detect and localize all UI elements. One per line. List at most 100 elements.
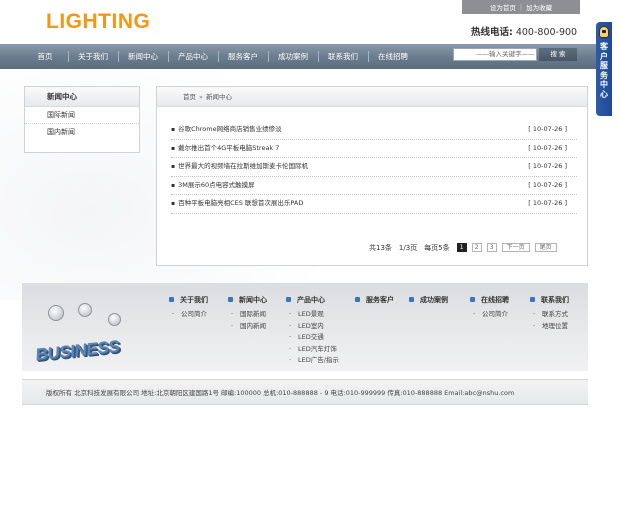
pager-per-page: 每页5条 (424, 243, 450, 252)
customer-service-label: 客户服务中心 (600, 42, 608, 99)
pager-page: 1/3页 (398, 243, 418, 252)
add-favorite-link[interactable]: 加为收藏 (526, 2, 552, 12)
news-list: 谷歌Chrome网络商店销售业绩惨淡 [ 10-07-26 ] 戴尔推出首个4G… (171, 121, 577, 214)
square-bullet-icon (530, 296, 535, 302)
sidebar: 新闻中心 国际新闻 国内新闻 (24, 86, 140, 153)
next-page-button[interactable]: 下一页 (501, 243, 530, 252)
search-input[interactable]: ——输入关键字—— (453, 48, 537, 61)
footer-link[interactable]: 地理位置 (542, 321, 569, 333)
footer-link[interactable]: LED汽车灯饰 (298, 344, 339, 356)
nav-item-cases[interactable]: 成功案例 (268, 44, 318, 69)
footer-col-head[interactable]: 关于我们 (169, 295, 208, 305)
hotline-label: 热线电话: (471, 27, 513, 38)
square-bullet-icon (286, 296, 291, 302)
square-bullet-icon (355, 296, 360, 302)
nav-item-home[interactable]: 首页 (22, 44, 68, 69)
top-links: 设为首页 | 加为收藏 (462, 0, 580, 14)
square-bullet-icon (169, 296, 174, 302)
news-title[interactable]: 谷歌Chrome网络商店销售业绩惨淡 (171, 121, 282, 139)
news-row[interactable]: 谷歌Chrome网络商店销售业绩惨淡 [ 10-07-26 ] (171, 121, 577, 140)
footer-columns: 关于我们 公司简介 新闻中心 国际新闻 国内新闻 产品中心 LED景观 LED室… (22, 295, 588, 371)
news-title[interactable]: 百种平板电脑亮相CES 联想首次展出乐PAD (171, 195, 303, 213)
footer-link[interactable]: LED交通 (298, 332, 339, 344)
breadcrumb-arrow: » (199, 93, 203, 101)
news-title[interactable]: 世界最大的视频墙在拉斯维加斯麦卡伦国际机 (171, 158, 308, 176)
nav-item-news[interactable]: 新闻中心 (118, 44, 168, 69)
site-logo[interactable]: LIGHTING (46, 10, 150, 34)
breadcrumb-home[interactable]: 首页 (183, 93, 196, 101)
footer-col-items: LED景观 LED室内 LED交通 LED汽车灯饰 LED广告/指示 (286, 309, 339, 367)
footer-col-head[interactable]: 在线招聘 (470, 295, 509, 305)
news-title[interactable]: 3M展示60点电容式触摸屏 (171, 177, 255, 195)
news-panel: 首页»新闻中心 谷歌Chrome网络商店销售业绩惨淡 [ 10-07-26 ] … (156, 86, 588, 266)
footer-col-title: 关于我们 (180, 296, 208, 304)
footer-col-items: 国际新闻 国内新闻 (228, 309, 267, 332)
last-page-button[interactable]: 尾页 (534, 243, 557, 252)
nav-item-contact[interactable]: 联系我们 (318, 44, 368, 69)
search-button[interactable]: 搜 索 (539, 48, 577, 61)
footer-col-title: 联系我们 (541, 296, 569, 304)
footer-col-title: 成功案例 (420, 296, 448, 304)
footer-col-title: 产品中心 (297, 296, 325, 304)
square-bullet-icon (470, 296, 475, 302)
footer-col-cases: 成功案例 (409, 295, 448, 305)
footer-link[interactable]: 国际新闻 (240, 309, 267, 321)
square-bullet-icon (228, 296, 233, 302)
footer-link[interactable]: LED广告/指示 (298, 355, 339, 367)
footer-link[interactable]: 公司简介 (181, 309, 208, 321)
copyright-bar: 版权所有 北京科技发展有限公司 地址:北京朝阳区建国路1号 邮编:100000 … (22, 379, 588, 405)
news-row[interactable]: 3M展示60点电容式触摸屏 [ 10-07-26 ] (171, 177, 577, 195)
news-date: [ 10-07-26 ] (528, 180, 567, 189)
footer-col-jobs: 在线招聘 公司简介 (470, 295, 509, 321)
footer-col-items: 联系方式 地理位置 (530, 309, 569, 332)
footer-link[interactable]: 国内新闻 (240, 321, 267, 333)
page-3-button[interactable]: 3 (486, 243, 497, 252)
hotline-number: 400-800-900 (515, 27, 578, 38)
news-date: [ 10-07-26 ] (528, 125, 567, 133)
footer-link[interactable]: 联系方式 (542, 309, 569, 321)
nav-item-service[interactable]: 服务客户 (218, 44, 268, 69)
news-row[interactable]: 戴尔推出首个4G平板电脑Streak 7 [ 10-07-26 ] (171, 140, 577, 158)
news-row[interactable]: 世界最大的视频墙在拉斯维加斯麦卡伦国际机 [ 10-07-26 ] (171, 158, 577, 177)
footer-col-head[interactable]: 联系我们 (530, 295, 569, 305)
footer-col-products: 产品中心 LED景观 LED室内 LED交通 LED汽车灯饰 LED广告/指示 (286, 295, 339, 367)
footer-link[interactable]: LED室内 (298, 321, 339, 333)
footer-col-head[interactable]: 产品中心 (286, 295, 339, 305)
footer-col-items: 公司简介 (169, 309, 208, 321)
top-links-separator: | (519, 3, 523, 11)
footer-link[interactable]: 公司简介 (482, 309, 509, 321)
breadcrumb-current: 新闻中心 (205, 93, 232, 101)
footer-col-title: 服务客户 (366, 296, 394, 304)
footer-links-band: BUSINESS 关于我们 公司简介 新闻中心 国际新闻 国内新闻 产品中心 L… (22, 283, 588, 371)
nav-item-about[interactable]: 关于我们 (68, 44, 118, 69)
footer-col-head[interactable]: 服务客户 (355, 295, 394, 305)
nav-items: 首页 关于我们 新闻中心 产品中心 服务客户 成功案例 联系我们 在线招聘 (22, 44, 418, 69)
footer-col-head[interactable]: 成功案例 (409, 295, 448, 305)
set-homepage-link[interactable]: 设为首页 (490, 2, 516, 12)
nav-item-products[interactable]: 产品中心 (168, 44, 218, 69)
footer-col-service: 服务客户 (355, 295, 394, 305)
news-date: [ 10-07-26 ] (528, 199, 567, 207)
sidebar-item-international[interactable]: 国际新闻 (25, 107, 139, 124)
page-1-button[interactable]: 1 (456, 243, 467, 252)
footer-col-title: 在线招聘 (481, 296, 509, 304)
sidebar-title: 新闻中心 (25, 87, 139, 107)
footer-col-items: 公司简介 (470, 309, 509, 321)
pager-total: 共13条 (369, 243, 392, 252)
news-title[interactable]: 戴尔推出首个4G平板电脑Streak 7 (171, 140, 279, 158)
page-2-button[interactable]: 2 (471, 243, 482, 252)
footer-col-contact: 联系我们 联系方式 地理位置 (530, 295, 569, 332)
pagination: 共13条 1/3页 每页5条 1 2 3 下一页 尾页 (369, 242, 562, 253)
customer-service-tab[interactable]: 客户服务中心 (596, 22, 612, 116)
breadcrumb: 首页» 新闻中心 (157, 87, 587, 107)
footer-col-title: 新闻中心 (239, 296, 267, 304)
nav-item-jobs[interactable]: 在线招聘 (368, 44, 418, 69)
footer-col-news: 新闻中心 国际新闻 国内新闻 (228, 295, 267, 332)
news-date: [ 10-07-26 ] (528, 143, 567, 152)
footer-link[interactable]: LED景观 (298, 309, 339, 321)
sidebar-item-domestic[interactable]: 国内新闻 (25, 124, 139, 141)
news-row[interactable]: 百种平板电脑亮相CES 联想首次展出乐PAD [ 10-07-26 ] (171, 195, 577, 214)
footer-col-head[interactable]: 新闻中心 (228, 295, 267, 305)
hotline: 热线电话: 400-800-900 (471, 24, 577, 38)
service-avatar-icon (599, 26, 609, 38)
